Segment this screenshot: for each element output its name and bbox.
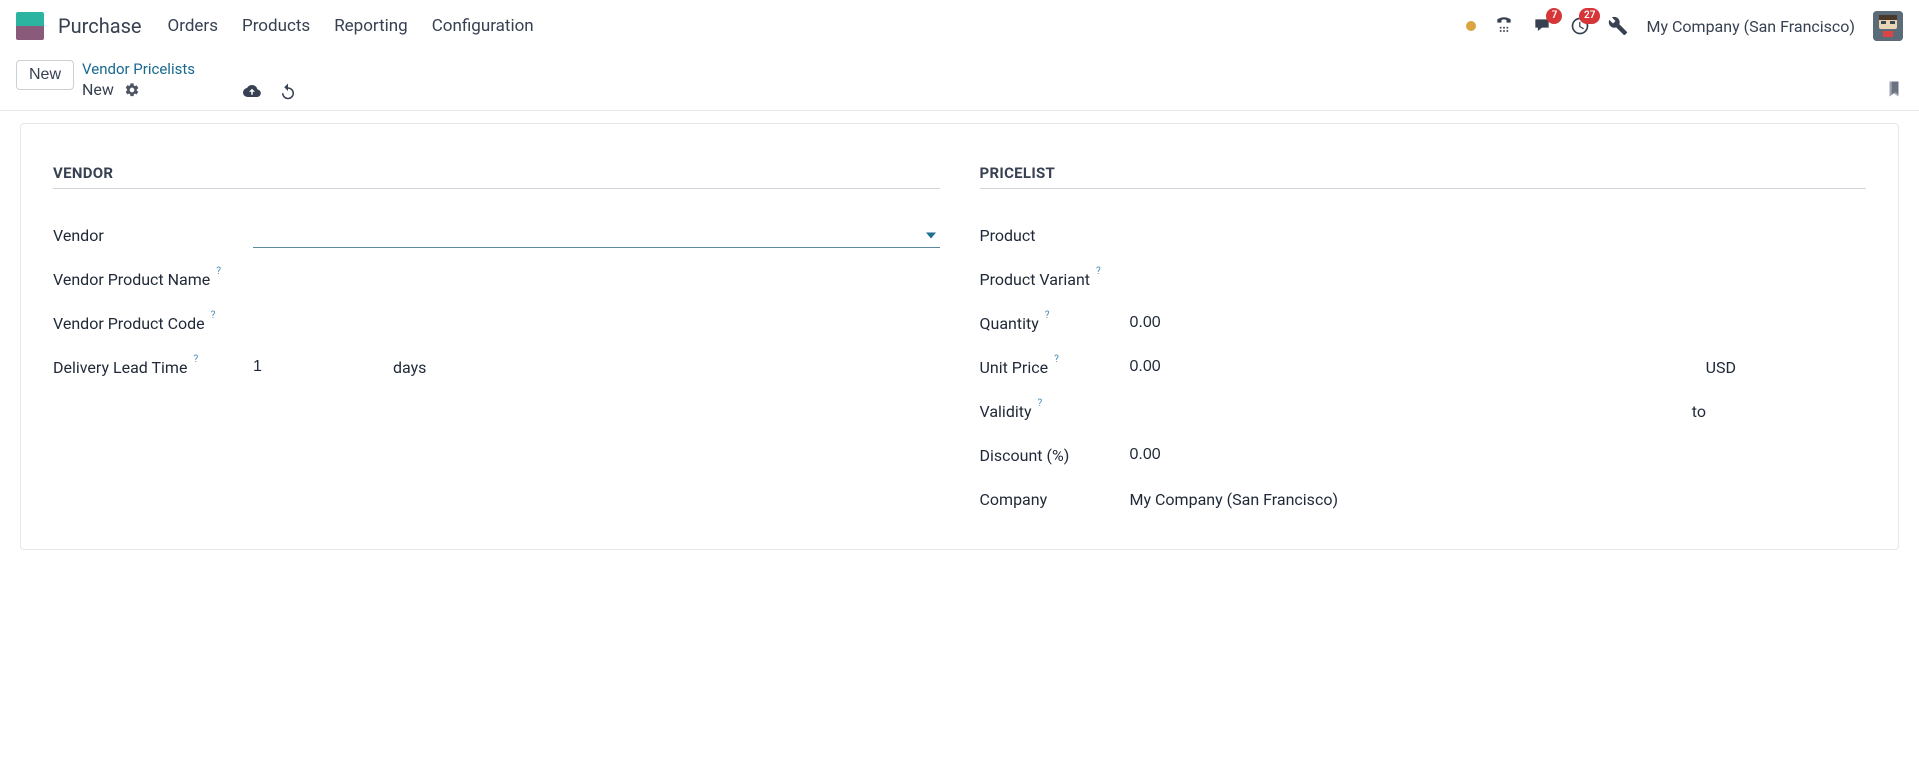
delivery-lead-time-row: Delivery Lead Time ? days: [53, 345, 940, 389]
nav-item-reporting[interactable]: Reporting: [334, 16, 408, 36]
delivery-lead-time-label: Delivery Lead Time ?: [53, 358, 253, 377]
new-button[interactable]: New: [16, 60, 74, 90]
delivery-lead-time-label-text: Delivery Lead Time: [53, 358, 187, 377]
activities-badge: 27: [1579, 8, 1600, 24]
discount-row: Discount (%): [980, 433, 1867, 477]
nav-item-configuration[interactable]: Configuration: [432, 16, 534, 36]
vendor-product-name-row: Vendor Product Name ?: [53, 257, 940, 301]
validity-to-label: to: [1692, 402, 1866, 421]
debug-icon[interactable]: [1608, 16, 1628, 36]
phone-icon[interactable]: [1494, 16, 1514, 36]
pricelist-section-title: PRICELIST: [980, 164, 1867, 189]
vendor-section-title: VENDOR: [53, 164, 940, 189]
gear-icon[interactable]: [124, 82, 140, 98]
unit-price-row: Unit Price ? USD: [980, 345, 1867, 389]
vendor-label: Vendor: [53, 226, 253, 245]
pricelist-section: PRICELIST Product Product Variant ? Quan…: [980, 164, 1867, 521]
unit-price-label: Unit Price ?: [980, 358, 1130, 377]
messages-badge: 7: [1546, 8, 1562, 24]
help-icon[interactable]: ?: [1045, 310, 1050, 321]
company-selector[interactable]: My Company (San Francisco): [1646, 17, 1855, 36]
discount-label: Discount (%): [980, 446, 1130, 465]
vendor-section: VENDOR Vendor Vendor Product Name ?: [53, 164, 940, 521]
unit-price-label-text: Unit Price: [980, 358, 1049, 377]
product-label: Product: [980, 226, 1130, 245]
discard-icon[interactable]: [279, 82, 297, 100]
nav-item-products[interactable]: Products: [242, 16, 310, 36]
vendor-product-code-label: Vendor Product Code ?: [53, 314, 253, 333]
help-icon[interactable]: ?: [211, 310, 216, 321]
vendor-product-code-label-text: Vendor Product Code: [53, 314, 205, 333]
validity-label: Validity ?: [980, 402, 1130, 421]
company-label: Company: [980, 490, 1130, 509]
currency-label[interactable]: USD: [1706, 358, 1866, 377]
validity-row: Validity ? to: [980, 389, 1867, 433]
messages-icon[interactable]: 7: [1532, 16, 1552, 36]
vendor-product-code-row: Vendor Product Code ?: [53, 301, 940, 345]
vendor-input[interactable]: [253, 222, 940, 248]
app-logo[interactable]: [16, 12, 44, 40]
user-avatar[interactable]: [1873, 11, 1903, 41]
discount-input[interactable]: [1130, 446, 1250, 464]
help-icon[interactable]: ?: [1096, 266, 1101, 277]
activities-icon[interactable]: 27: [1570, 16, 1590, 36]
help-icon[interactable]: ?: [193, 354, 198, 365]
delivery-lead-time-input[interactable]: [253, 358, 373, 376]
product-row: Product: [980, 213, 1867, 257]
control-bar: New Vendor Pricelists New: [0, 52, 1919, 111]
breadcrumb: Vendor Pricelists New: [82, 60, 195, 99]
app-title[interactable]: Purchase: [58, 14, 142, 38]
product-variant-label-text: Product Variant: [980, 270, 1091, 289]
connection-status-dot: [1466, 21, 1476, 31]
bookmark-icon[interactable]: [1885, 78, 1903, 100]
top-navbar: Purchase Orders Products Reporting Confi…: [0, 0, 1919, 52]
product-variant-row: Product Variant ?: [980, 257, 1867, 301]
cloud-save-icon[interactable]: [243, 82, 261, 100]
company-row: Company My Company (San Francisco): [980, 477, 1867, 521]
breadcrumb-current: New: [82, 80, 114, 99]
quantity-input[interactable]: [1130, 314, 1250, 332]
quantity-row: Quantity ?: [980, 301, 1867, 345]
validity-label-text: Validity: [980, 402, 1032, 421]
vendor-field-row: Vendor: [53, 213, 940, 257]
help-icon[interactable]: ?: [1054, 354, 1059, 365]
company-value[interactable]: My Company (San Francisco): [1130, 490, 1339, 509]
vendor-product-name-label: Vendor Product Name ?: [53, 270, 253, 289]
vendor-product-name-label-text: Vendor Product Name: [53, 270, 210, 289]
lead-time-unit: days: [393, 358, 426, 377]
help-icon[interactable]: ?: [216, 266, 221, 277]
unit-price-input[interactable]: [1130, 358, 1250, 376]
form-sheet: VENDOR Vendor Vendor Product Name ?: [20, 123, 1899, 550]
nav-item-orders[interactable]: Orders: [168, 16, 218, 36]
help-icon[interactable]: ?: [1038, 398, 1043, 409]
topnav-right: 7 27 My Company (San Francisco): [1466, 11, 1903, 41]
breadcrumb-parent-link[interactable]: Vendor Pricelists: [82, 60, 195, 78]
product-variant-label: Product Variant ?: [980, 270, 1130, 289]
quantity-label-text: Quantity: [980, 314, 1039, 333]
quantity-label: Quantity ?: [980, 314, 1130, 333]
save-status-icons: [243, 82, 297, 100]
nav-menu: Orders Products Reporting Configuration: [168, 16, 534, 36]
